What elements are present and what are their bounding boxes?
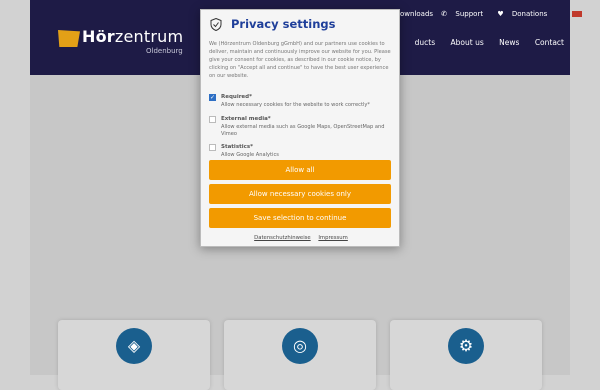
privacy-dialog: Privacy settings We (Hörzentrum Oldenbur… <box>200 9 400 247</box>
logo-subtitle: Oldenburg <box>146 47 183 55</box>
top-nav-downloads[interactable]: ownloads <box>400 10 433 18</box>
option-title: Statistics* <box>221 144 254 150</box>
nav-contact[interactable]: Contact <box>535 38 564 47</box>
language-flag-icon[interactable] <box>571 11 582 17</box>
option-description: Allow Google Analytics <box>221 152 279 158</box>
target-icon: ◎ <box>282 328 318 364</box>
option-description: Allow external media such as Google Maps… <box>221 124 385 137</box>
feature-card[interactable]: ◎ <box>224 320 376 390</box>
top-nav: ownloads ✆ Support ♥ Donations <box>400 10 588 18</box>
heart-icon: ♥ <box>497 10 504 18</box>
logo-icon[interactable] <box>58 30 80 47</box>
save-selection-button[interactable]: Save selection to continue <box>209 208 391 228</box>
top-nav-donations[interactable]: ♥ Donations <box>497 10 553 18</box>
required-checkbox[interactable]: ✓ <box>209 94 216 101</box>
box-icon: ◈ <box>116 328 152 364</box>
nav-about-us[interactable]: About us <box>451 38 484 47</box>
nav-news[interactable]: News <box>499 38 519 47</box>
option-title: Required* <box>221 94 252 100</box>
privacy-link[interactable]: Datenschutzhinweise <box>254 235 311 241</box>
dialog-intro: We (Hörzentrum Oldenburg gGmbH) and our … <box>209 41 391 79</box>
dialog-title: Privacy settings <box>231 17 336 31</box>
main-nav: ducts About us News Contact <box>402 38 564 47</box>
shield-icon <box>210 18 222 31</box>
allow-all-button[interactable]: Allow all <box>209 160 391 180</box>
phone-icon: ✆ <box>441 10 448 18</box>
site-logo[interactable]: Hörzentrum <box>82 27 183 46</box>
allow-necessary-button[interactable]: Allow necessary cookies only <box>209 184 391 204</box>
top-nav-support[interactable]: ✆ Support <box>441 10 489 18</box>
option-description: Allow necessary cookies for the website … <box>221 102 370 108</box>
external-media-checkbox[interactable] <box>209 116 216 123</box>
imprint-link[interactable]: Impressum <box>318 235 347 241</box>
dialog-links: Datenschutzhinweise Impressum <box>201 235 401 241</box>
nav-products[interactable]: ducts <box>415 38 436 47</box>
gear-icon: ⚙ <box>448 328 484 364</box>
statistics-checkbox[interactable] <box>209 144 216 151</box>
feature-card[interactable]: ◈ <box>58 320 210 390</box>
feature-card[interactable]: ⚙ <box>390 320 542 390</box>
option-title: External media* <box>221 116 271 122</box>
